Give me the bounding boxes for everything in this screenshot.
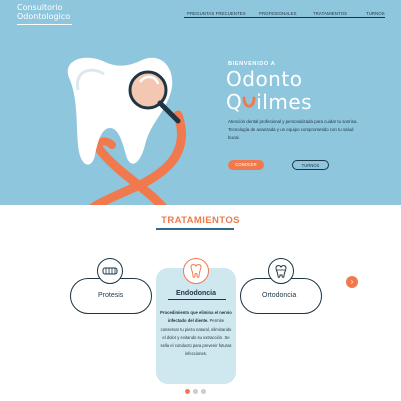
brand-rest: ilmes bbox=[256, 90, 313, 114]
protesis-icon bbox=[97, 258, 123, 284]
hero-section: Consultorio Odontologico PREGUNTAS FRECU… bbox=[0, 0, 401, 205]
card-protesis-label: Protesis bbox=[98, 292, 124, 299]
hero-description: Atención dental profesional y personaliz… bbox=[228, 119, 358, 141]
hero-brand-line1: Odonto bbox=[226, 67, 303, 91]
treatments-title: TRATAMIENTOS bbox=[161, 215, 240, 226]
hero-brand-line2: Qilmes bbox=[226, 90, 312, 114]
carousel-dot-1[interactable] bbox=[185, 389, 190, 394]
carousel-dot-2[interactable] bbox=[193, 389, 198, 394]
smile-u-icon bbox=[242, 96, 256, 108]
treatments-underline bbox=[156, 228, 234, 230]
ortodoncia-icon bbox=[268, 258, 294, 284]
endodoncia-desc-rest: Permite conservar tu pieza natural, elim… bbox=[160, 318, 232, 357]
carousel-dot-3[interactable] bbox=[201, 389, 206, 394]
conocer-button[interactable]: CONOCER bbox=[228, 160, 264, 170]
tooth-illustration bbox=[67, 57, 187, 205]
carousel-next-button[interactable]: › bbox=[346, 276, 358, 288]
card-endodoncia-description: Procedimiento que elimina el nervio infe… bbox=[160, 309, 232, 359]
card-endodoncia-underline bbox=[168, 299, 226, 300]
endodoncia-icon bbox=[183, 258, 209, 284]
card-endodoncia-label: Endodoncia bbox=[175, 290, 217, 297]
turnos-button[interactable]: TURNOS bbox=[292, 160, 329, 170]
brand-q: Q bbox=[226, 90, 243, 114]
card-ortodoncia-label: Ortodoncia bbox=[262, 292, 297, 299]
